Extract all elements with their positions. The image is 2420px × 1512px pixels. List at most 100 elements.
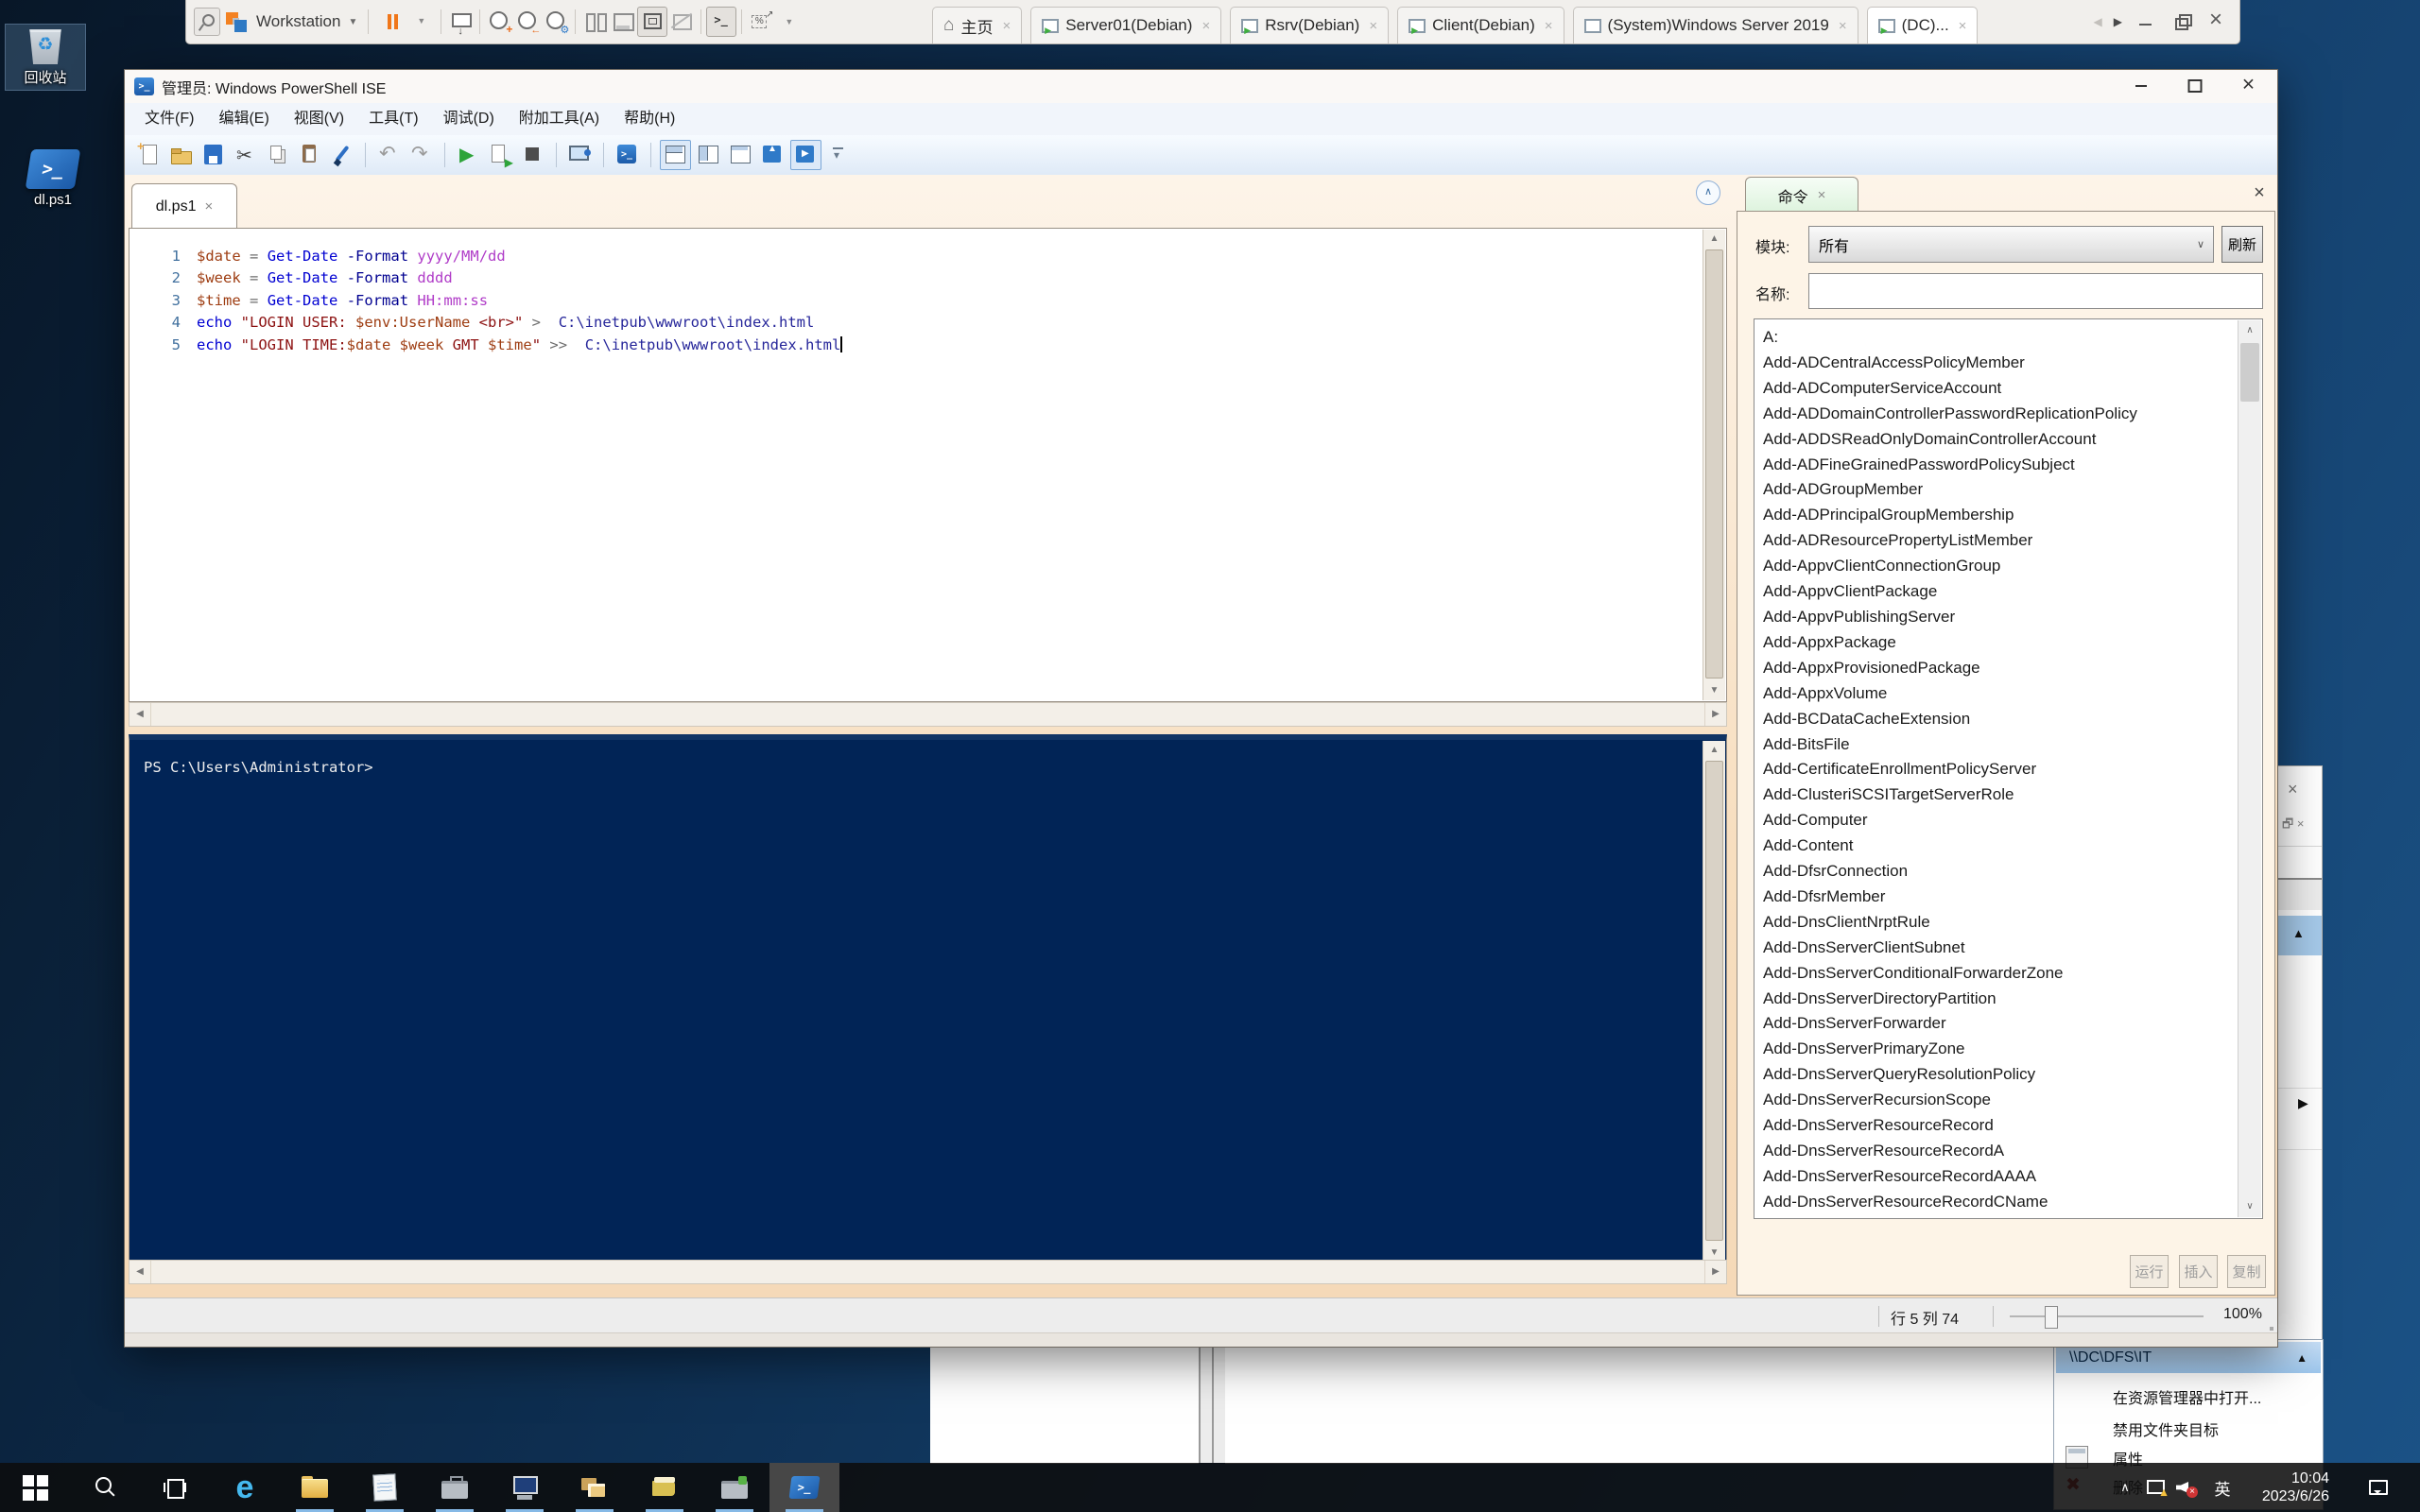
input-language-indicator[interactable]: 英 [2208,1463,2237,1512]
menu-帮助H[interactable]: 帮助(H) [612,103,687,135]
taskbar-address-book-icon[interactable] [630,1463,700,1512]
command-list-item[interactable]: Add-DnsServerRecursionScope [1754,1088,2236,1113]
commands-panel-tab[interactable]: 命令 × [1745,177,1858,213]
new-script-icon[interactable] [134,141,164,169]
close-button[interactable] [2221,72,2275,99]
scroll-up-icon[interactable]: ▲ [1703,741,1725,760]
taskbar-internet-explorer-icon[interactable]: e [210,1463,280,1512]
desktop-icon-dlps1[interactable]: >_ dl.ps1 [21,149,85,208]
run-selection-icon[interactable] [486,141,515,169]
scroll-right-icon[interactable]: ▶ [1704,703,1726,726]
command-list-item[interactable]: Add-DnsServerConditionalForwarderZone [1754,961,2236,987]
close-tab-icon[interactable]: × [1002,18,1011,34]
layout-editor-only-icon[interactable] [726,141,755,169]
command-list-item[interactable]: Add-ClusteriSCSITargetServerRole [1754,782,2236,808]
scroll-down-icon[interactable]: ▼ [1703,681,1725,700]
insert-button[interactable]: 插入 [2179,1255,2218,1288]
maximize-button[interactable] [2168,72,2221,99]
command-list-item[interactable]: Add-ADPrincipalGroupMembership [1754,503,2236,528]
command-list-item[interactable]: Add-DfsrMember [1754,885,2236,910]
resize-grip[interactable] [2270,1327,2273,1331]
command-list-item[interactable]: Add-ADGroupMember [1754,477,2236,503]
show-thumbnail-bar-icon[interactable] [609,8,637,36]
menu-工具T[interactable]: 工具(T) [356,103,430,135]
undo-icon[interactable] [374,141,404,169]
menu-文件F[interactable]: 文件(F) [132,103,206,135]
refresh-button[interactable]: 刷新 [2221,226,2263,263]
name-filter-input[interactable] [1808,273,2263,309]
zoom-slider[interactable] [2010,1315,2204,1317]
scrollbar-thumb[interactable] [1705,761,1723,1241]
scroll-up-icon[interactable]: ▲ [1703,230,1725,249]
menu-item-disable-folder-target[interactable]: 禁用文件夹目标 [2113,1418,2219,1440]
close-tab-icon[interactable]: × [1201,18,1210,34]
show-pane-right-icon[interactable] [790,140,821,170]
taskbar-powershell-icon[interactable]: >_ [769,1463,839,1512]
restore-close-icons[interactable]: 🗗 × [2277,816,2322,847]
command-list-item[interactable]: Add-DnsServerForwarder [1754,1011,2236,1037]
ctrl-alt-del-icon[interactable] [446,8,475,36]
command-list-item[interactable]: Add-ADCentralAccessPolicyMember [1754,351,2236,376]
scroll-right-icon[interactable]: ▶ [1704,1261,1726,1283]
vm-tab[interactable]: (System)Windows Server 2019× [1573,7,1858,43]
pause-icon[interactable] [379,8,407,36]
console-pane[interactable]: PS C:\Users\Administrator> ▲ ▼ [129,734,1727,1264]
stop-icon[interactable] [518,141,547,169]
display-scale-icon[interactable] [747,8,775,36]
vm-tab[interactable]: (DC)...× [1867,7,1979,43]
command-list-item[interactable]: Add-BCDataCacheExtension [1754,707,2236,732]
command-list-item[interactable]: Add-CertificateEnrollmentPolicyServer [1754,757,2236,782]
commands-scrollbar[interactable]: ∧ ∨ [2238,320,2261,1217]
close-tab-icon[interactable]: × [1818,187,1826,203]
command-list-item[interactable]: Add-AppxProvisionedPackage [1754,656,2236,681]
command-list-item[interactable]: Add-DnsServerPrimaryZone [1754,1037,2236,1062]
menu-视图V[interactable]: 视图(V) [282,103,356,135]
ise-title-bar[interactable]: >_ 管理员: Windows PowerShell ISE [125,70,2277,103]
command-list-item[interactable]: Add-AppvClientPackage [1754,579,2236,605]
volume-muted-icon[interactable] [2172,1463,2199,1512]
scrollbar-thumb[interactable] [2240,343,2259,402]
minimize-button[interactable] [2114,72,2168,99]
console-horizontal-scrollbar[interactable]: ◀ ▶ [129,1260,1727,1284]
tab-scroll-right-icon[interactable]: ▶ [2114,15,2122,28]
command-list-item[interactable]: Add-Content [1754,833,2236,859]
close-tab-icon[interactable]: × [1545,18,1553,34]
command-list-item[interactable]: Add-DnsServerQueryResolutionPolicy [1754,1062,2236,1088]
command-list-item[interactable]: Add-ADDomainControllerPasswordReplicatio… [1754,402,2236,427]
unity-icon[interactable] [667,8,696,36]
clear-pane-icon[interactable] [327,141,356,169]
layout-horizontal-icon[interactable] [660,140,691,170]
copy-icon[interactable] [263,141,292,169]
take-snapshot-icon[interactable] [485,8,513,36]
save-icon[interactable] [199,141,228,169]
pause-arrow-icon[interactable] [407,8,436,36]
vm-tab[interactable]: Client(Debian)× [1397,7,1564,43]
redo-icon[interactable] [406,141,436,169]
action-center-icon[interactable] [2360,1463,2397,1512]
run-script-icon[interactable] [454,141,483,169]
open-script-icon[interactable] [166,141,196,169]
menu-附加工具A[interactable]: 附加工具(A) [507,103,612,135]
remote-tab-icon[interactable] [565,141,595,169]
close-panel-icon[interactable]: × [2247,180,2272,205]
console-vertical-scrollbar[interactable]: ▲ ▼ [1703,741,1725,1263]
editor-vertical-scrollbar[interactable]: ▲ ▼ [1703,230,1725,700]
collapse-script-pane-button[interactable]: ∧ [1696,180,1720,205]
command-list-item[interactable]: Add-AppxPackage [1754,630,2236,656]
copy-button[interactable]: 复制 [2227,1255,2266,1288]
editor-horizontal-scrollbar[interactable]: ◀ ▶ [129,702,1727,727]
scroll-left-icon[interactable]: ◀ [130,703,151,726]
pin-toolbar-icon[interactable] [194,8,220,36]
command-list-item[interactable]: Add-AppvClientConnectionGroup [1754,554,2236,579]
console-view-icon[interactable] [706,7,736,37]
command-list-item[interactable]: Add-DnsServerResourceRecordAAAA [1754,1164,2236,1190]
close-tab-icon[interactable]: × [1959,18,1967,34]
command-list-item[interactable]: Add-DnsServerResourceRecordA [1754,1139,2236,1164]
scroll-up-icon[interactable]: ∧ [2238,320,2261,341]
taskbar-toolbox-icon[interactable] [700,1463,769,1512]
show-hidden-icons-icon[interactable]: ∧ [2114,1463,2136,1512]
vm-tab[interactable]: Server01(Debian)× [1030,7,1221,43]
command-list-item[interactable]: Add-BitsFile [1754,732,2236,758]
revert-snapshot-icon[interactable] [513,8,542,36]
clock[interactable]: 10:04 2023/6/26 [2242,1463,2333,1512]
